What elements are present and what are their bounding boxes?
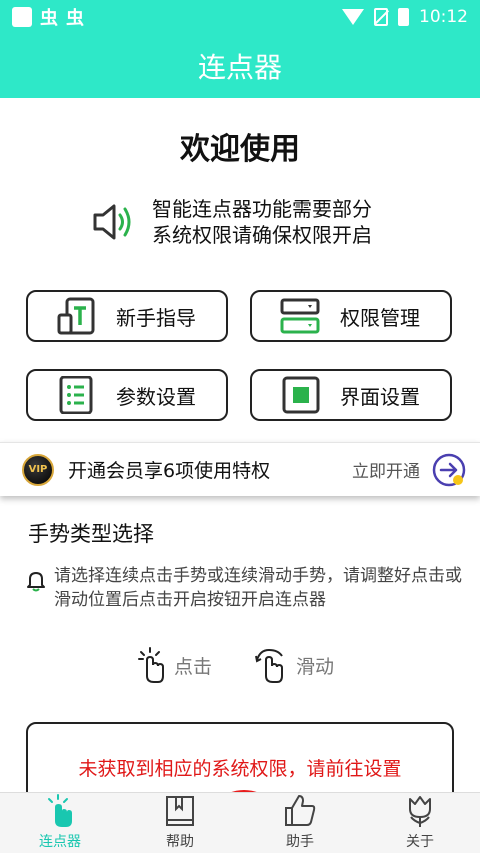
bug-icon: 虫: [40, 8, 58, 29]
nav-label-assistant: 助手: [286, 834, 314, 850]
status-time: 10:12: [419, 7, 468, 27]
gesture-section-title: 手势类型选择: [28, 522, 154, 546]
no-sim-icon: [374, 8, 388, 26]
page-title: 连点器: [197, 51, 282, 84]
notice-line-2: 系统权限请确保权限开启: [152, 223, 372, 247]
swipe-mode-label: 滑动: [296, 655, 335, 678]
notification-square-icon: [12, 7, 32, 27]
interface-icon: [282, 376, 320, 414]
permissions-icon: [280, 298, 320, 334]
nav-label-help: 帮助: [166, 834, 194, 850]
status-bar: 虫 虫 10:12: [0, 0, 480, 34]
guide-label: 新手指导: [116, 305, 196, 330]
vip-banner[interactable]: VIP 开通会员享6项使用特权 立即开通: [0, 442, 480, 496]
status-notifications: 虫 虫: [12, 4, 84, 30]
wifi-icon: [342, 9, 364, 25]
bell-icon: [27, 572, 45, 592]
guide-icon: [57, 297, 95, 335]
guide-button[interactable]: 新手指导: [26, 290, 228, 342]
gesture-hint: 请选择连续点击手势或连续滑动手势，请调整好点击或滑动位置后点击开启按钮开启连点器: [26, 564, 466, 612]
vip-badge-icon: VIP: [22, 453, 54, 486]
tulip-icon: [409, 796, 431, 827]
parameters-button[interactable]: 参数设置: [26, 369, 228, 421]
battery-icon: [398, 8, 409, 26]
click-mode-option[interactable]: 点击: [136, 646, 212, 684]
parameters-icon: [59, 376, 93, 414]
app-header: 连点器: [0, 34, 480, 98]
book-icon: [166, 796, 194, 826]
nav-item-clicker[interactable]: 连点器: [0, 793, 120, 853]
vip-promo-text: 开通会员享6项使用特权: [68, 460, 271, 482]
gesture-hint-text: 请选择连续点击手势或连续滑动手势，请调整好点击或滑动位置后点击开启按钮开启连点器: [54, 566, 462, 610]
parameters-label: 参数设置: [116, 384, 196, 409]
notice-line-1: 智能连点器功能需要部分: [152, 197, 372, 221]
permission-notice: 智能连点器功能需要部分 系统权限请确保权限开启: [92, 196, 372, 248]
permissions-label: 权限管理: [340, 305, 420, 330]
arrow-right-circle-icon[interactable]: [432, 453, 466, 487]
tap-hand-icon: [138, 647, 164, 683]
interface-label: 界面设置: [340, 384, 420, 409]
permissions-button[interactable]: 权限管理: [250, 290, 452, 342]
nav-item-assistant[interactable]: 助手: [240, 793, 360, 853]
nav-item-about[interactable]: 关于: [360, 793, 480, 853]
welcome-heading: 欢迎使用: [180, 132, 300, 167]
thumbs-up-icon: [285, 795, 316, 826]
permission-warning-text[interactable]: 未获取到相应的系统权限，请前往设置: [28, 754, 452, 781]
click-mode-label: 点击: [174, 655, 213, 678]
bug-icon: 虫: [66, 8, 84, 29]
nav-label-about: 关于: [406, 834, 434, 850]
interface-button[interactable]: 界面设置: [250, 369, 452, 421]
speaker-icon: [93, 204, 131, 240]
nav-item-help[interactable]: 帮助: [120, 793, 240, 853]
bottom-navigation: 连点器 帮助 助手 关于: [0, 792, 480, 853]
tap-finger-icon: [48, 794, 72, 827]
vip-open-link[interactable]: 立即开通: [352, 457, 420, 482]
nav-label-clicker: 连点器: [39, 834, 81, 850]
swipe-hand-icon: [255, 648, 283, 683]
swipe-mode-option[interactable]: 滑动: [254, 646, 334, 684]
